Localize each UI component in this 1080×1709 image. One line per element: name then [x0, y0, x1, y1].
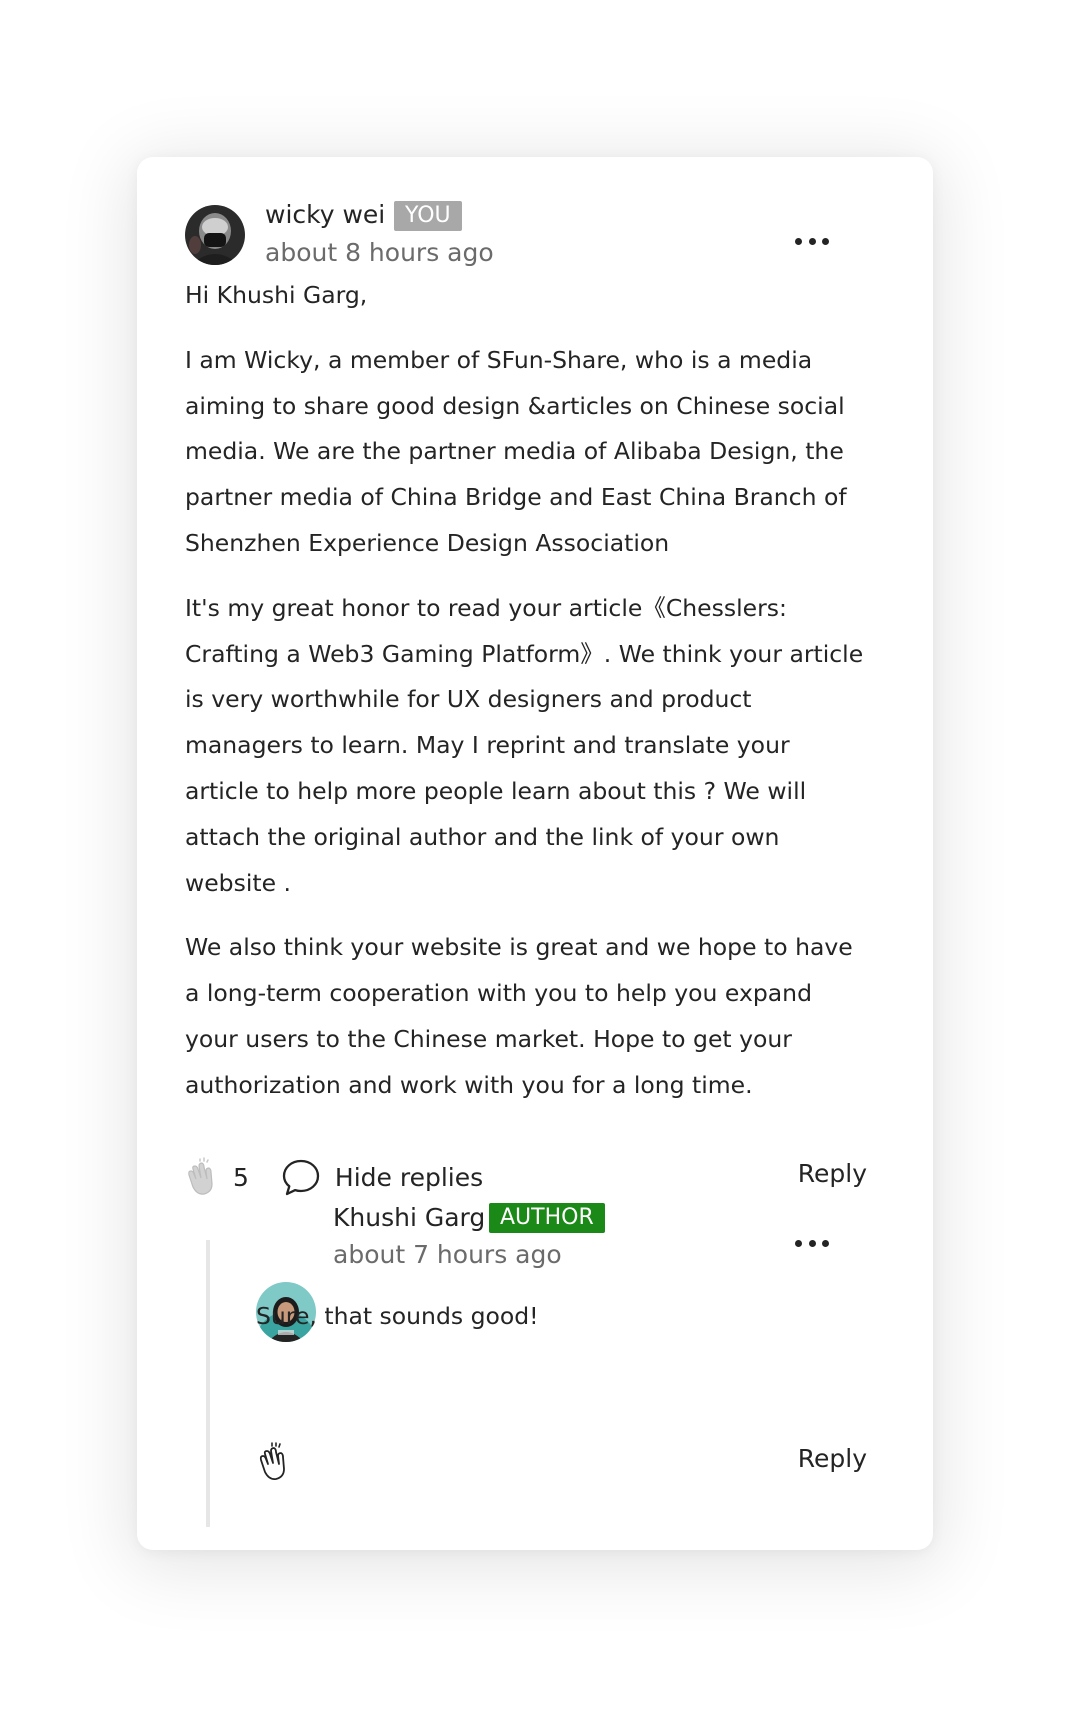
reply-text: Sure, that sounds good! [256, 1302, 539, 1330]
reply-author-name[interactable]: Khushi Garg [333, 1203, 485, 1232]
thread-line [206, 1240, 210, 1527]
reply-timestamp[interactable]: about 7 hours ago [333, 1240, 562, 1269]
more-horizontal-icon[interactable] [795, 1233, 829, 1253]
comment-actions: 5 Hide replies [183, 1157, 483, 1197]
comment-card: wicky wei YOU about 8 hours ago Hi Khush… [137, 157, 933, 1550]
speech-bubble-icon[interactable] [281, 1157, 321, 1197]
clap-icon[interactable] [183, 1157, 223, 1197]
clap-count: 5 [233, 1162, 249, 1192]
reply-button[interactable]: Reply [798, 1444, 867, 1473]
comment-paragraph: I am Wicky, a member of SFun-Share, who … [185, 345, 847, 557]
hide-replies-button[interactable]: Hide replies [335, 1163, 483, 1192]
more-horizontal-icon[interactable] [795, 231, 829, 251]
author-badge: AUTHOR [489, 1203, 605, 1233]
you-badge: YOU [394, 201, 462, 231]
comment-timestamp[interactable]: about 8 hours ago [265, 238, 494, 267]
comment-paragraph: It's my great honor to read your article… [185, 593, 864, 897]
comment-body: Hi Khushi Garg, I am Wicky, a member of … [185, 273, 865, 1109]
comment-author-name[interactable]: wicky wei [265, 200, 385, 229]
reply-body: Sure, that sounds good! [256, 1294, 856, 1340]
comment-greeting: Hi Khushi Garg, [185, 281, 368, 309]
comment-paragraph: We also think your website is great and … [185, 933, 853, 1099]
clap-icon[interactable] [255, 1442, 295, 1482]
reply-button[interactable]: Reply [798, 1159, 867, 1188]
avatar-wicky-wei[interactable] [185, 205, 245, 265]
